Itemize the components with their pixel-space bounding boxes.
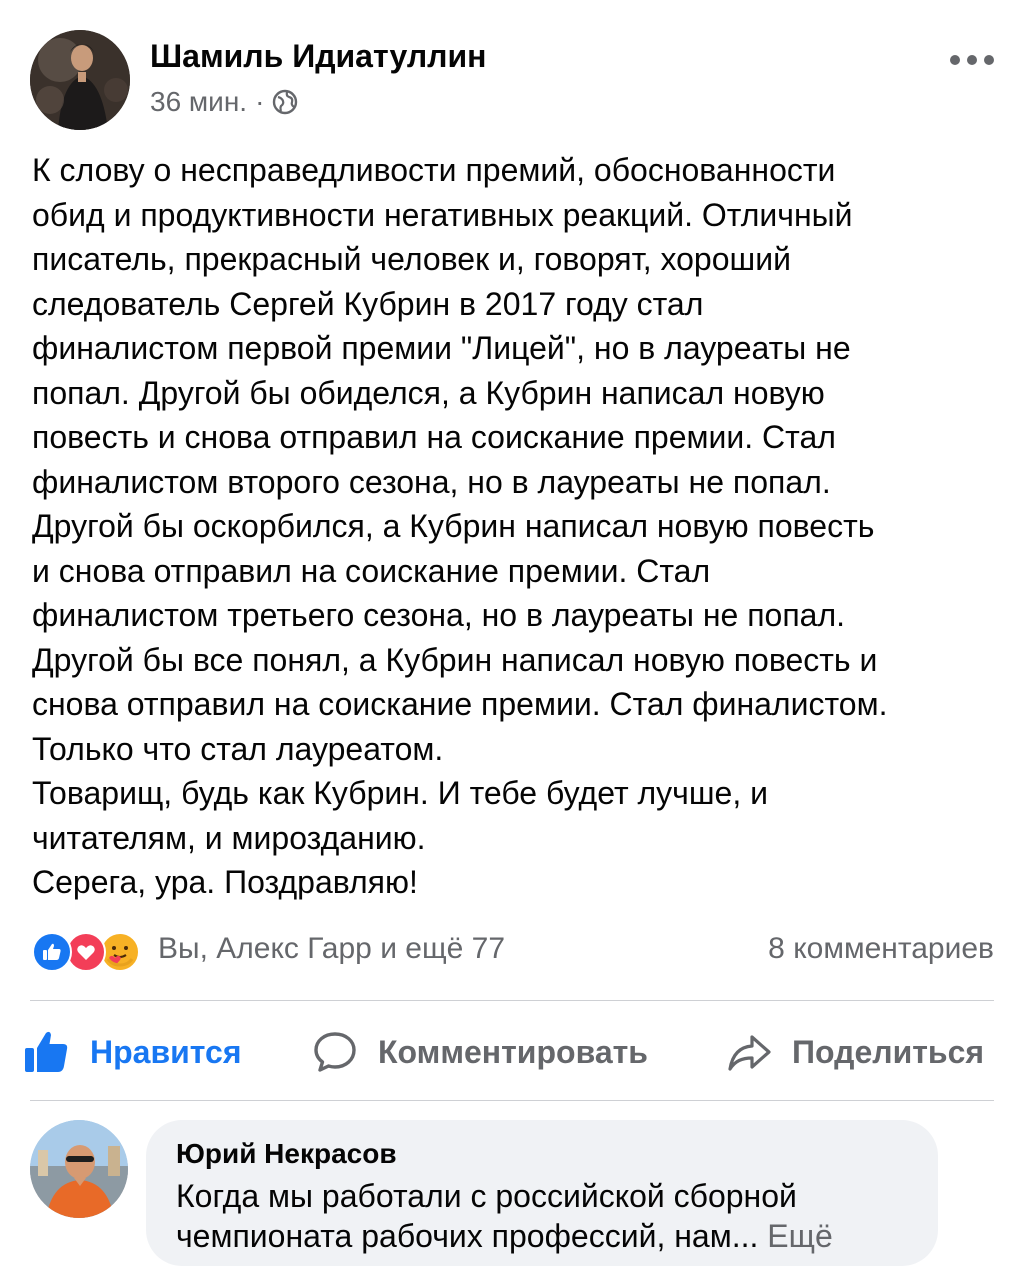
comment-label: Комментировать (378, 1033, 648, 1070)
reactions-summary[interactable]: Вы, Алекс Гарр и ещё 77 (158, 932, 505, 966)
post-text-line: повесть и снова отправил на соискание пр… (32, 419, 836, 455)
post-text-line: финалистом первой премии "Лицей", но в л… (32, 330, 851, 366)
post-text: К слову о несправедливости премий, обосн… (32, 148, 1002, 905)
post-text-line: читателям, и мирозданию. (32, 819, 426, 856)
share-icon (728, 1035, 771, 1071)
meta-separator: · (255, 86, 265, 117)
comment-text: Когда мы работали с российской сборной ч… (176, 1176, 833, 1256)
post-text-line: снова отправил на соискание премии. Стал… (32, 686, 888, 722)
more-dots-icon (950, 55, 960, 65)
post-text-line: К слову о несправедливости премий, обосн… (32, 152, 836, 188)
author-name[interactable]: Шамиль Идиатуллин (150, 38, 486, 75)
thumbs-up-icon (25, 1031, 68, 1072)
post-meta: 36 мин. · (150, 86, 298, 118)
like-reaction-icon (32, 932, 72, 972)
post-text-line: Серега, ура. Поздравляю! (32, 864, 418, 900)
commenter-avatar[interactable] (30, 1120, 128, 1218)
author-photo (30, 30, 130, 130)
more-dot (984, 55, 994, 65)
post-text-line: Товарищ, будь как Кубрин. И тебе будет л… (32, 775, 768, 811)
more-dot (967, 55, 977, 65)
divider (30, 1100, 994, 1101)
comment-button[interactable]: Комментировать (312, 1022, 648, 1082)
actions-row: Нравится Комментировать Поделиться (22, 1022, 998, 1082)
globe-icon[interactable] (272, 89, 298, 115)
post-time[interactable]: 36 мин. (150, 86, 247, 118)
reactions-row: Вы, Алекс Гарр и ещё 77 8 комментариев (32, 930, 994, 974)
share-button[interactable]: Поделиться (726, 1022, 984, 1082)
commenter-photo (30, 1120, 128, 1218)
comment-text-fragment: чемпионата рабочих профессий, нам... (176, 1218, 759, 1254)
comment-text-line: чемпионата рабочих профессий, нам... Ещё (176, 1216, 833, 1256)
post-text-line: попал. Другой бы обиделся, а Кубрин напи… (32, 374, 825, 411)
reaction-icons[interactable] (32, 932, 152, 972)
care-reaction-icon (100, 932, 140, 972)
post-text-line: финалистом второго сезона, но в лауреаты… (32, 463, 831, 500)
post-text-line: Другой бы все понял, а Кубрин написал но… (32, 641, 878, 678)
like-button[interactable]: Нравится (22, 1022, 242, 1082)
post-text-line: обид и продуктивности негативных реакций… (32, 196, 853, 233)
see-more-link[interactable]: Ещё (767, 1218, 832, 1254)
post-text-line: писатель, прекрасный человек и, говорят,… (32, 241, 791, 277)
like-label: Нравится (90, 1033, 242, 1070)
more-options-button[interactable] (950, 46, 994, 74)
comment-text-line: Когда мы работали с российской сборной (176, 1178, 797, 1214)
comments-count[interactable]: 8 комментариев (768, 932, 994, 966)
post-text-line: Только что стал лауреатом. (32, 730, 444, 767)
love-reaction-icon (66, 932, 106, 972)
post-text-line: следователь Сергей Кубрин в 2017 году ст… (32, 285, 704, 322)
share-label: Поделиться (792, 1033, 985, 1070)
post-text-line: финалистом третьего сезона, но в лауреат… (32, 597, 846, 633)
author-avatar[interactable] (30, 30, 130, 130)
facebook-post: Шамиль Идиатуллин 36 мин. · К слову о не… (0, 0, 1024, 1280)
post-text-line: Другой бы оскорбился, а Кубрин написал н… (32, 508, 875, 544)
comment-icon (314, 1032, 356, 1072)
post-text-line: и снова отправил на соискание премии. Ст… (32, 552, 711, 589)
commenter-name[interactable]: Юрий Некрасов (176, 1138, 397, 1170)
comment-bubble: Юрий Некрасов Когда мы работали с россий… (146, 1120, 938, 1266)
divider (30, 1000, 994, 1001)
